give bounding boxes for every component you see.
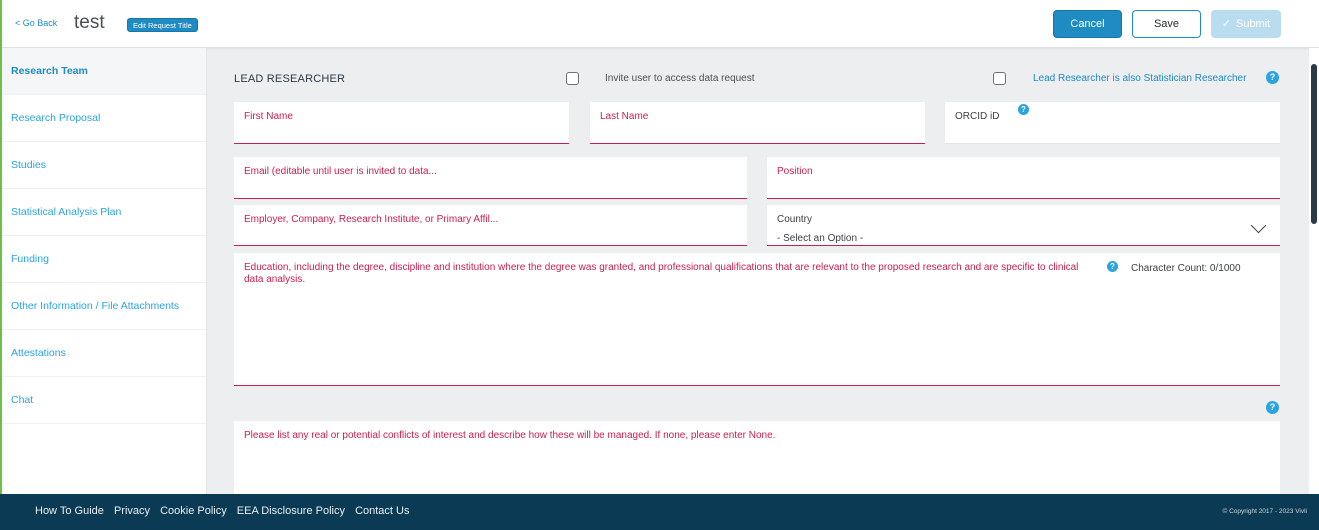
statistician-label: Lead Researcher is also Statistician Res…	[1033, 73, 1247, 84]
sidebar-item-chat[interactable]: Chat	[2, 377, 206, 424]
sidebar-item-research-proposal[interactable]: Research Proposal	[2, 95, 206, 142]
country-selected-value: - Select an Option -	[777, 233, 864, 244]
statistician-checkbox[interactable]	[993, 72, 1006, 85]
sidebar-item-statistical-analysis-plan[interactable]: Statistical Analysis Plan	[2, 189, 206, 236]
request-title: test	[74, 12, 105, 33]
copyright-text: © Copyright 2017 - 2023 Vivli	[1222, 508, 1307, 515]
sidebar-item-attestations[interactable]: Attestations	[2, 330, 206, 377]
go-back-link[interactable]: < Go Back	[15, 18, 57, 28]
position-label: Position	[777, 166, 813, 177]
submit-label: Submit	[1235, 18, 1271, 30]
email-label: Email (editable until user is invited to…	[244, 166, 437, 177]
footer-link-eea-disclosure[interactable]: EEA Disclosure Policy	[237, 505, 345, 517]
country-select[interactable]: Country - Select an Option -	[767, 205, 1280, 246]
email-field[interactable]: Email (editable until user is invited to…	[234, 157, 747, 199]
sidebar-item-other-information[interactable]: Other Information / File Attachments	[2, 283, 206, 330]
top-bar: < Go Back test Edit Request Title Cancel…	[0, 0, 1319, 48]
character-count: Character Count: 0/1000	[1131, 263, 1241, 274]
statistician-help-icon[interactable]: ?	[1266, 71, 1279, 84]
cancel-button[interactable]: Cancel	[1053, 10, 1122, 38]
edit-request-title-button[interactable]: Edit Request Title	[127, 18, 198, 32]
footer-link-contact-us[interactable]: Contact Us	[355, 505, 409, 517]
invite-user-label: Invite user to access data request	[605, 73, 755, 84]
footer-link-how-to-guide[interactable]: How To Guide	[35, 505, 104, 517]
position-field[interactable]: Position	[767, 157, 1280, 199]
education-textarea[interactable]: Education, including the degree, discipl…	[234, 253, 1280, 386]
orcid-label: ORCID iD	[955, 111, 1000, 122]
scrollbar-thumb[interactable]	[1311, 64, 1317, 224]
country-label: Country	[777, 214, 813, 225]
education-label: Education, including the degree, discipl…	[244, 262, 1079, 285]
main-form: LEAD RESEARCHER Invite user to access da…	[207, 48, 1307, 501]
last-name-label: Last Name	[600, 111, 649, 122]
sidebar-item-funding[interactable]: Funding	[2, 236, 206, 283]
sidebar-nav: Research Team Research Proposal Studies …	[2, 48, 207, 494]
sidebar-item-research-team[interactable]: Research Team	[2, 48, 206, 95]
submit-button[interactable]: ✓ Submit	[1211, 10, 1281, 38]
footer: How To Guide Privacy Cookie Policy EEA D…	[0, 494, 1319, 530]
check-icon: ✓	[1221, 18, 1231, 30]
section-title: LEAD RESEARCHER	[234, 73, 346, 85]
chevron-down-icon	[1250, 217, 1267, 234]
footer-link-privacy[interactable]: Privacy	[114, 505, 150, 517]
footer-link-cookie-policy[interactable]: Cookie Policy	[160, 505, 227, 517]
footer-links: How To Guide Privacy Cookie Policy EEA D…	[35, 505, 416, 517]
first-name-field[interactable]: First Name	[234, 102, 569, 144]
education-help-icon[interactable]: ?	[1107, 261, 1118, 272]
invite-user-checkbox[interactable]	[566, 72, 579, 85]
orcid-field[interactable]: ORCID iD ?	[945, 102, 1280, 144]
conflicts-label: Please list any real or potential confli…	[244, 430, 776, 441]
conflicts-help-icon[interactable]: ?	[1266, 401, 1279, 414]
save-button[interactable]: Save	[1132, 10, 1201, 38]
first-name-label: First Name	[244, 111, 293, 122]
conflicts-textarea[interactable]: Please list any real or potential confli…	[234, 421, 1280, 501]
employer-label: Employer, Company, Research Institute, o…	[244, 214, 499, 225]
orcid-help-icon[interactable]: ?	[1018, 104, 1029, 115]
last-name-field[interactable]: Last Name	[590, 102, 925, 144]
app-window: < Go Back test Edit Request Title Cancel…	[0, 0, 1319, 530]
employer-field[interactable]: Employer, Company, Research Institute, o…	[234, 205, 747, 246]
sidebar-item-studies[interactable]: Studies	[2, 142, 206, 189]
